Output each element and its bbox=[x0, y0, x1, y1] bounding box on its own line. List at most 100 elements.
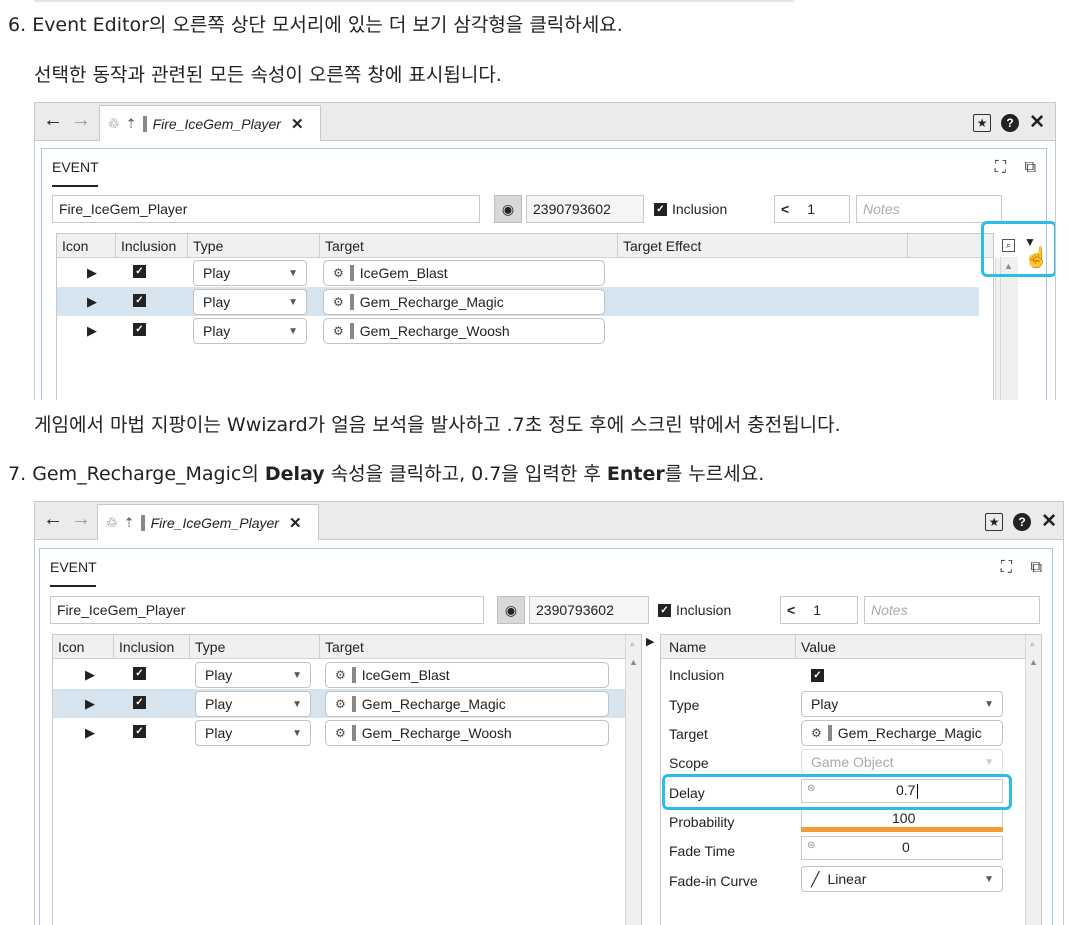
collapse-triangle-icon[interactable]: ▶ bbox=[646, 635, 654, 648]
row-inclusion-checkbox[interactable]: ✓ bbox=[133, 696, 146, 709]
close-icon[interactable]: ✕ bbox=[1029, 111, 1045, 134]
inclusion-checkbox[interactable]: ✓ bbox=[654, 202, 667, 216]
column-header[interactable]: Target Effect bbox=[623, 238, 701, 254]
type-dropdown[interactable]: Play ▼ bbox=[195, 720, 311, 746]
vertical-scrollbar[interactable]: ⌕ ▲ bbox=[625, 635, 641, 925]
back-button[interactable]: ← bbox=[43, 508, 63, 530]
column-header[interactable]: Inclusion bbox=[121, 238, 176, 254]
tab-event-editor[interactable]: ♲ ⇡ Fire_IceGem_Player ✕ bbox=[99, 105, 321, 141]
target-name: Gem_Recharge_Magic bbox=[361, 696, 506, 712]
column-header[interactable]: Target bbox=[325, 238, 364, 254]
type-value: Play bbox=[203, 265, 231, 281]
scroll-up-icon[interactable]: ▲ bbox=[1029, 657, 1038, 667]
probability-slider[interactable] bbox=[801, 827, 1003, 832]
table-row[interactable]: ▶ ✓ Play ▼ ⚙ Gem_Recharge_Magic bbox=[53, 689, 627, 718]
help-icon[interactable]: ? bbox=[1001, 113, 1020, 132]
target-field[interactable]: ⚙ Gem_Recharge_Woosh bbox=[323, 318, 605, 344]
column-header[interactable]: Target bbox=[325, 639, 364, 655]
column-header[interactable]: Type bbox=[195, 639, 225, 655]
column-header[interactable]: Inclusion bbox=[119, 639, 174, 655]
help-icon[interactable]: ? bbox=[1013, 512, 1032, 531]
chevron-down-icon: ▼ bbox=[288, 267, 298, 279]
expand-icon[interactable]: ⛶ bbox=[1001, 559, 1012, 577]
target-name: IceGem_Blast bbox=[361, 667, 450, 683]
back-button[interactable]: ← bbox=[43, 109, 63, 131]
star-icon[interactable]: ★ bbox=[985, 512, 1004, 531]
column-header[interactable]: Icon bbox=[58, 639, 84, 655]
play-icon[interactable]: ▶ bbox=[87, 294, 97, 310]
close-icon[interactable]: ✕ bbox=[1041, 510, 1057, 533]
table-row[interactable]: ▶ ✓ Play ▼ ⚙ Gem_Recharge_Magic bbox=[57, 287, 979, 316]
popout-icon[interactable]: ⧉ bbox=[1025, 159, 1036, 177]
expand-icon[interactable]: ⛶ bbox=[995, 159, 1006, 177]
references-field[interactable]: < 1 bbox=[780, 596, 858, 624]
scroll-up-icon[interactable]: ▲ bbox=[629, 657, 638, 667]
search-icon[interactable]: ⌕ bbox=[630, 639, 635, 650]
table-row[interactable]: ▶ ✓ Play ▼ ⚙ Gem_Recharge_Woosh bbox=[53, 718, 627, 747]
property-label: Type bbox=[669, 697, 700, 713]
type-value: Play bbox=[811, 696, 839, 712]
event-panel: EVENT ⛶ ⧉ Fire_IceGem_Player ◉ 239079360… bbox=[41, 148, 1049, 400]
references-field[interactable]: < 1 bbox=[774, 195, 850, 223]
play-icon[interactable]: ▶ bbox=[85, 725, 95, 741]
column-header[interactable]: Type bbox=[193, 238, 223, 254]
type-dropdown[interactable]: Play ▼ bbox=[193, 318, 307, 344]
event-name-field[interactable]: Fire_IceGem_Player bbox=[50, 596, 484, 624]
type-value: Play bbox=[205, 725, 233, 741]
type-dropdown[interactable]: Play ▼ bbox=[193, 289, 307, 315]
fade-curve-dropdown[interactable]: ╱ Linear ▼ bbox=[801, 866, 1003, 892]
tab-title: Fire_IceGem_Player bbox=[152, 115, 281, 132]
popout-icon[interactable]: ⧉ bbox=[1031, 559, 1042, 577]
sound-object-icon: ⚙ bbox=[811, 726, 822, 740]
property-inclusion-checkbox[interactable]: ✓ bbox=[811, 669, 824, 682]
target-field[interactable]: ⚙ Gem_Recharge_Magic bbox=[323, 289, 605, 315]
tab-close-icon[interactable]: ✕ bbox=[291, 115, 304, 133]
table-row[interactable]: ▶ ✓ Play ▼ ⚙ IceGem_Blast bbox=[57, 258, 995, 287]
vertical-scrollbar[interactable]: ⌕ ▲ bbox=[1025, 635, 1041, 925]
target-field[interactable]: ⚙ Gem_Recharge_Magic bbox=[801, 720, 1003, 746]
row-inclusion-checkbox[interactable]: ✓ bbox=[133, 323, 146, 336]
column-header[interactable]: Value bbox=[801, 639, 836, 655]
row-inclusion-checkbox[interactable]: ✓ bbox=[133, 265, 146, 278]
forward-button[interactable]: → bbox=[71, 508, 91, 530]
palette-icon[interactable]: ◉ bbox=[494, 195, 522, 223]
notes-field[interactable]: Notes bbox=[864, 596, 1040, 624]
properties-header: Name Value bbox=[661, 635, 1041, 659]
table-row[interactable]: ▶ ✓ Play ▼ ⚙ Gem_Recharge_Woosh bbox=[57, 316, 995, 345]
target-name: Gem_Recharge_Magic bbox=[837, 725, 982, 741]
column-header[interactable]: Name bbox=[669, 639, 706, 655]
fade-time-input[interactable]: ⊜ 0 bbox=[801, 836, 1003, 860]
play-icon[interactable]: ▶ bbox=[87, 323, 97, 339]
inclusion-toggle[interactable]: ✓ Inclusion bbox=[658, 602, 731, 618]
type-dropdown[interactable]: Play ▼ bbox=[195, 662, 311, 688]
highlight-box bbox=[981, 221, 1055, 277]
vertical-scrollbar[interactable]: ▲ bbox=[1000, 257, 1018, 400]
play-icon[interactable]: ▶ bbox=[87, 265, 97, 281]
event-name-field[interactable]: Fire_IceGem_Player bbox=[52, 195, 480, 223]
column-header[interactable]: Icon bbox=[62, 238, 88, 254]
row-inclusion-checkbox[interactable]: ✓ bbox=[133, 667, 146, 680]
type-dropdown[interactable]: Play ▼ bbox=[195, 691, 311, 717]
type-dropdown[interactable]: Play ▼ bbox=[801, 691, 1003, 717]
row-inclusion-checkbox[interactable]: ✓ bbox=[133, 294, 146, 307]
randomizer-icon[interactable]: ⊜ bbox=[807, 840, 815, 851]
target-field[interactable]: ⚙ Gem_Recharge_Woosh bbox=[325, 720, 609, 746]
play-icon[interactable]: ▶ bbox=[85, 696, 95, 712]
tab-close-icon[interactable]: ✕ bbox=[289, 514, 302, 532]
target-field[interactable]: ⚙ Gem_Recharge_Magic bbox=[325, 691, 609, 717]
table-row[interactable]: ▶ ✓ Play ▼ ⚙ IceGem_Blast bbox=[53, 660, 627, 689]
star-icon[interactable]: ★ bbox=[973, 113, 992, 132]
search-icon[interactable]: ⌕ bbox=[1030, 639, 1035, 650]
notes-field[interactable]: Notes bbox=[856, 195, 1002, 223]
type-dropdown[interactable]: Play ▼ bbox=[193, 260, 307, 286]
target-field[interactable]: ⚙ IceGem_Blast bbox=[323, 260, 605, 286]
property-label: Inclusion bbox=[669, 667, 725, 683]
tab-event-editor[interactable]: ♲ ⇡ Fire_IceGem_Player ✕ bbox=[97, 504, 319, 540]
inclusion-checkbox[interactable]: ✓ bbox=[658, 603, 671, 617]
palette-icon[interactable]: ◉ bbox=[497, 596, 525, 624]
target-field[interactable]: ⚙ IceGem_Blast bbox=[325, 662, 609, 688]
play-icon[interactable]: ▶ bbox=[85, 667, 95, 683]
row-inclusion-checkbox[interactable]: ✓ bbox=[133, 725, 146, 738]
forward-button[interactable]: → bbox=[71, 109, 91, 131]
inclusion-toggle[interactable]: ✓ Inclusion bbox=[654, 201, 727, 217]
